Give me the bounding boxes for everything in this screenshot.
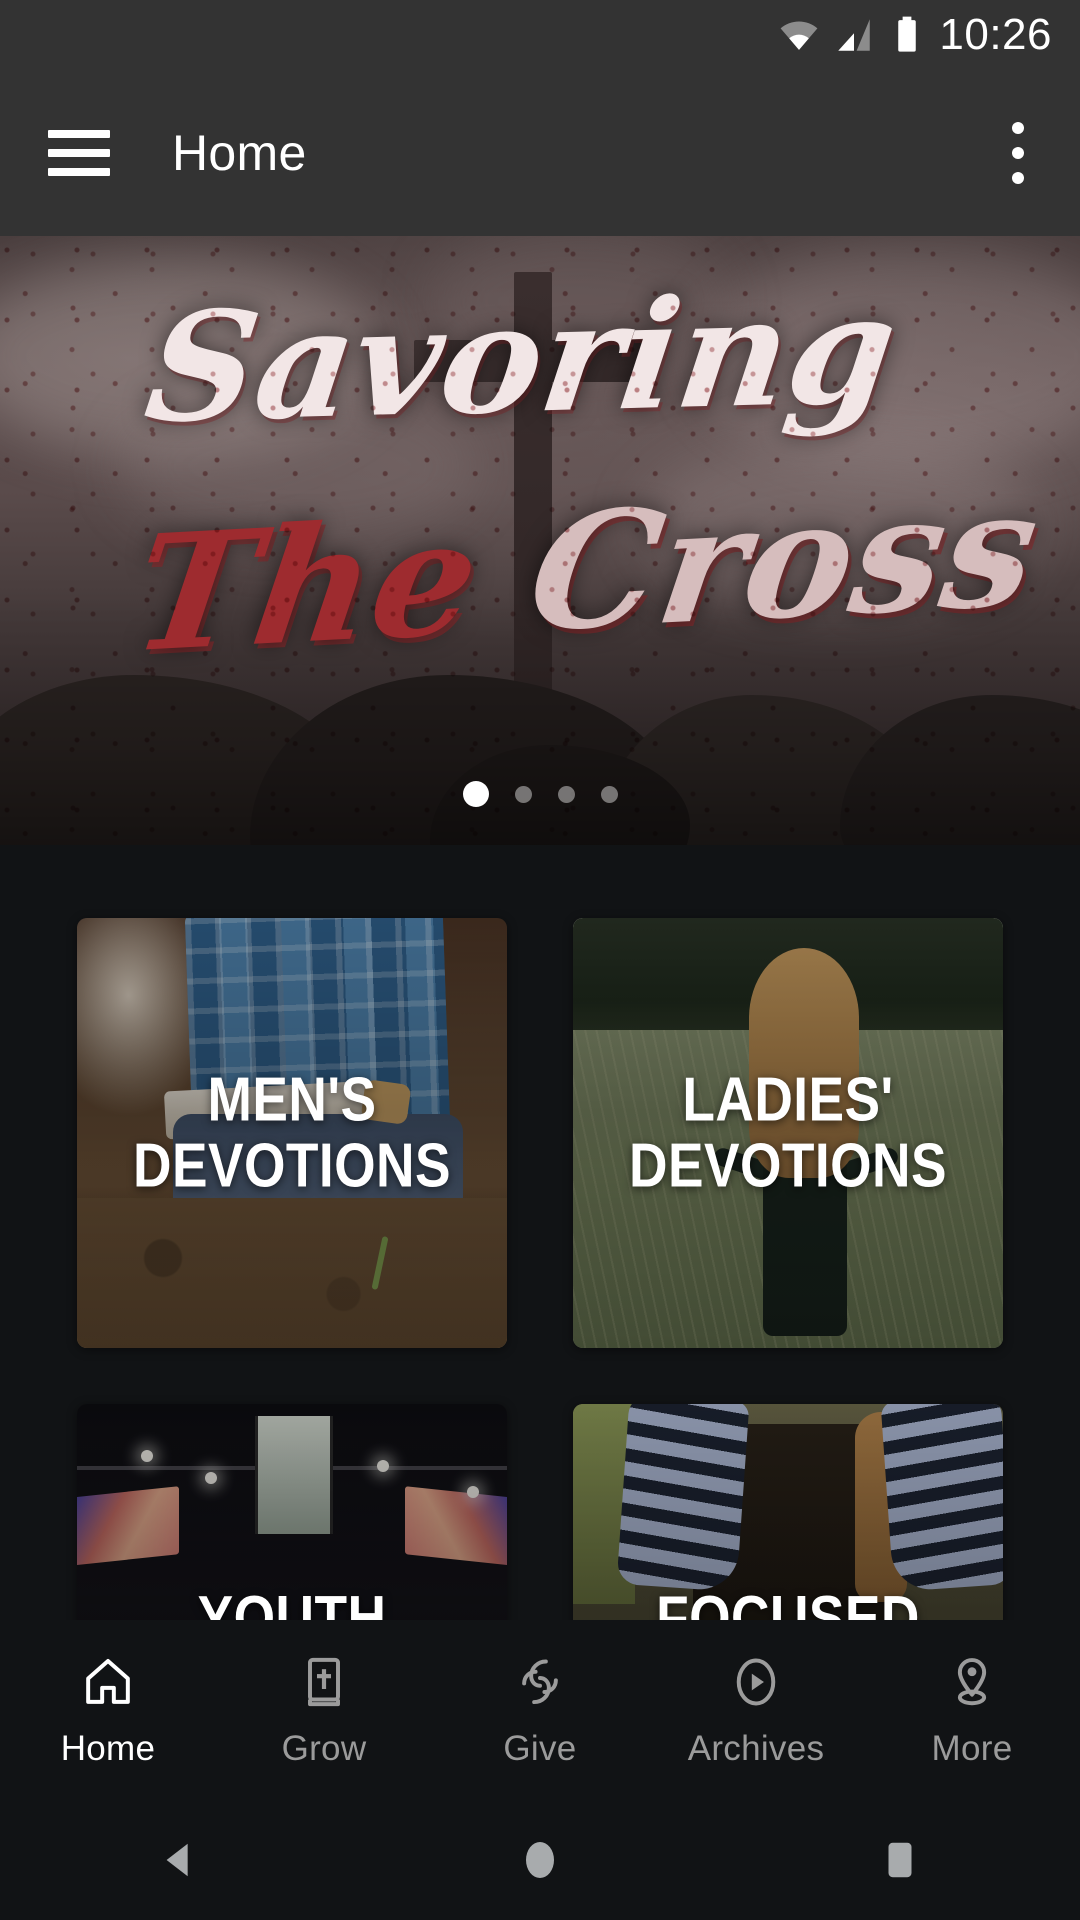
hero-carousel[interactable]: Savoring The Cross [0,236,1080,845]
home-circle-icon[interactable] [480,1800,600,1920]
more-vertical-icon[interactable] [1012,122,1024,184]
card-title-line-1: MEN'S [207,1065,377,1135]
card-youth[interactable]: YOUTH [77,1404,507,1620]
status-bar-clock: 10:26 [939,10,1052,59]
hero-title-line-2: The Cross [123,454,1049,688]
carousel-dot-1[interactable] [462,781,489,807]
nav-item-archives[interactable]: Archives [648,1651,864,1769]
nav-item-home[interactable]: Home [0,1651,216,1769]
card-title: FOCUSED [573,1586,1003,1620]
app-bar: Home [0,70,1080,236]
battery-icon [898,16,917,52]
carousel-dot-2[interactable] [514,785,532,803]
bottom-navigation-bar: Home Grow Give Archives More [0,1620,1080,1800]
giving-hands-icon [509,1651,571,1713]
house-icon [77,1651,139,1713]
cellular-signal-icon [838,19,871,51]
system-navigation-bar [0,1800,1080,1920]
play-circle-icon [725,1651,787,1713]
location-pin-icon [941,1651,1003,1713]
card-title: YOUTH [77,1586,507,1620]
status-bar: 10:26 [0,0,1080,70]
nav-item-grow[interactable]: Grow [216,1651,432,1769]
card-title: LADIES' DEVOTIONS [573,1067,1003,1198]
card-title-line-1: FOCUSED [656,1584,920,1620]
card-title-line-2: DEVOTIONS [629,1131,947,1200]
nav-item-more[interactable]: More [864,1651,1080,1769]
card-focused[interactable]: FOCUSED [573,1404,1003,1620]
card-mens-devotions[interactable]: MEN'S DEVOTIONS [77,918,507,1348]
card-title: MEN'S DEVOTIONS [77,1067,507,1198]
nav-label: More [931,1729,1013,1768]
back-triangle-icon[interactable] [120,1800,240,1920]
card-title-line-1: LADIES' [682,1065,894,1135]
bible-cross-icon [293,1651,355,1713]
hero-title-group: Savoring The Cross [0,236,1080,845]
card-title-line-2: DEVOTIONS [133,1131,451,1200]
nav-label: Grow [281,1729,367,1768]
content-card-grid: MEN'S DEVOTIONS LADIES' DEVOTIONS YOUTH … [0,845,1080,1620]
carousel-dot-4[interactable] [600,785,618,803]
card-title-line-1: YOUTH [197,1584,387,1620]
recents-square-icon[interactable] [840,1800,960,1920]
wifi-icon [781,21,818,50]
nav-label: Home [60,1729,156,1768]
hero-title-word-the: The [122,482,490,689]
hamburger-menu-icon[interactable] [48,130,110,176]
hero-title-line-1: Savoring [136,261,906,457]
nav-item-give[interactable]: Give [432,1651,648,1769]
hero-title-word-cross: Cross [519,453,1049,668]
carousel-dot-3[interactable] [557,785,575,803]
page-title: Home [172,125,307,181]
app-screen: 10:26 Home Savoring The Cross MEN'S DEVO… [0,0,1080,1920]
card-ladies-devotions[interactable]: LADIES' DEVOTIONS [573,918,1003,1348]
nav-label: Archives [687,1729,825,1768]
carousel-dots [0,781,1080,807]
nav-label: Give [503,1729,577,1768]
